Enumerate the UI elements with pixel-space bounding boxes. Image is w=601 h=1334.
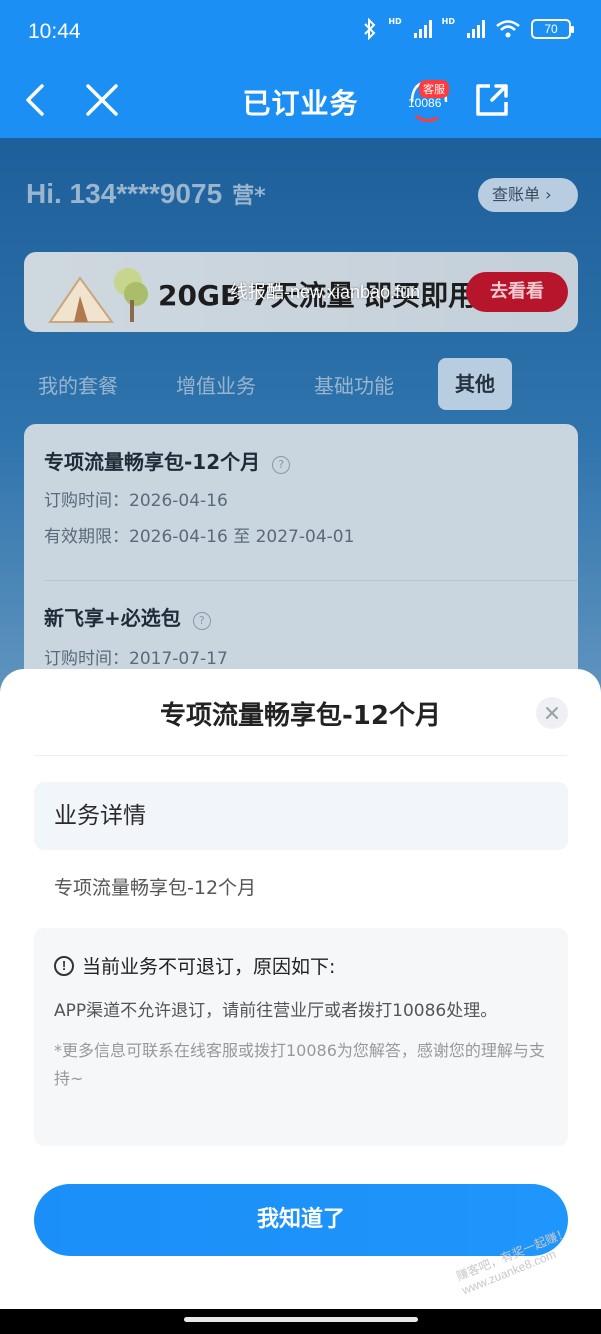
home-indicator[interactable]	[184, 1317, 418, 1322]
view-bill-button[interactable]: 查账单 ›	[478, 178, 578, 212]
banner-go-button[interactable]: 去看看	[466, 272, 568, 312]
nav-bar: 已订业务 客服 10086	[0, 68, 601, 138]
warning-title: 当前业务不可退订，原因如下:	[82, 956, 336, 978]
bluetooth-icon	[364, 18, 376, 40]
battery-indicator: 70	[531, 19, 574, 39]
status-bar: 10:44 HD HD 70	[0, 0, 601, 68]
warning-note: *更多信息可联系在线客服或拨打10086为您解答，感谢您的理解与支持~	[54, 1041, 545, 1088]
warning-header: ! 当前业务不可退订，原因如下:	[54, 952, 548, 979]
help-icon[interactable]: ?	[272, 455, 291, 474]
sheet-title: 专项流量畅享包-12个月	[160, 701, 441, 731]
greeting-name: 营*	[232, 184, 266, 209]
detail-section-header: 业务详情	[34, 782, 568, 850]
promo-banner[interactable]: 20GB 7天流量 即买即用 线报酷-new.xianbao.fun 去看看	[24, 252, 578, 332]
warning-body: APP渠道不允许退订，请前往营业厅或者拨打10086处理。	[54, 1001, 498, 1021]
customer-service-button[interactable]: 客服 10086	[406, 76, 452, 126]
banner-watermark: 线报酷-new.xianbao.fun	[230, 282, 421, 302]
item-validity: 有效期限：2026-04-16 至 2027-04-01	[44, 527, 355, 547]
signal-icon-2	[467, 20, 485, 38]
app-screen: 10:44 HD HD 70 已订业务 客服 10086 Hi. 134****…	[0, 0, 601, 1334]
wifi-icon	[496, 20, 520, 38]
status-icons: HD HD 70	[362, 17, 574, 40]
detail-bottom-sheet: 专项流量畅享包-12个月 业务详情 专项流量畅享包-12个月 ! 当前业务不可退…	[0, 669, 601, 1309]
greeting: Hi. 134****9075 营*	[26, 178, 266, 210]
status-time: 10:44	[28, 20, 81, 43]
greeting-phone: Hi. 134****9075	[26, 178, 223, 209]
tab-basic-functions[interactable]: 基础功能	[314, 370, 394, 399]
list-item[interactable]: 新飞享+必选包?	[44, 602, 211, 631]
signal-icon-1	[413, 20, 432, 38]
divider	[44, 580, 578, 581]
item-name: 专项流量畅享包-12个月	[44, 450, 261, 474]
customer-service-number: 10086	[408, 96, 442, 110]
item-name: 新飞享+必选包	[44, 606, 181, 630]
home-indicator-bar	[0, 1309, 601, 1334]
hd-label-2: HD	[441, 17, 455, 26]
help-icon[interactable]: ?	[192, 611, 211, 630]
item-order-time: 订购时间：2026-04-16	[44, 491, 228, 511]
list-item[interactable]: 专项流量畅享包-12个月?	[44, 446, 291, 475]
tab-my-plan[interactable]: 我的套餐	[38, 370, 118, 399]
category-tabs: 我的套餐 增值业务 基础功能 其他	[0, 358, 601, 410]
detail-text: 专项流量畅享包-12个月	[54, 877, 257, 899]
item-order-time: 订购时间：2017-07-17	[44, 649, 228, 669]
subscription-list: 专项流量畅享包-12个月? 订购时间：2026-04-16 有效期限：2026-…	[24, 424, 578, 684]
exclamation-icon: !	[54, 955, 74, 976]
tent-illustration	[48, 268, 148, 323]
sheet-divider	[34, 755, 567, 756]
tab-other[interactable]: 其他	[438, 358, 512, 410]
confirm-button[interactable]: 我知道了	[34, 1184, 568, 1256]
unsubscribe-warning-box: ! 当前业务不可退订，原因如下: APP渠道不允许退订，请前往营业厅或者拨打10…	[34, 928, 568, 1146]
tab-value-added[interactable]: 增值业务	[176, 370, 256, 399]
share-icon[interactable]	[472, 80, 512, 120]
sheet-close-icon[interactable]	[536, 697, 568, 729]
hd-label-1: HD	[388, 17, 402, 26]
